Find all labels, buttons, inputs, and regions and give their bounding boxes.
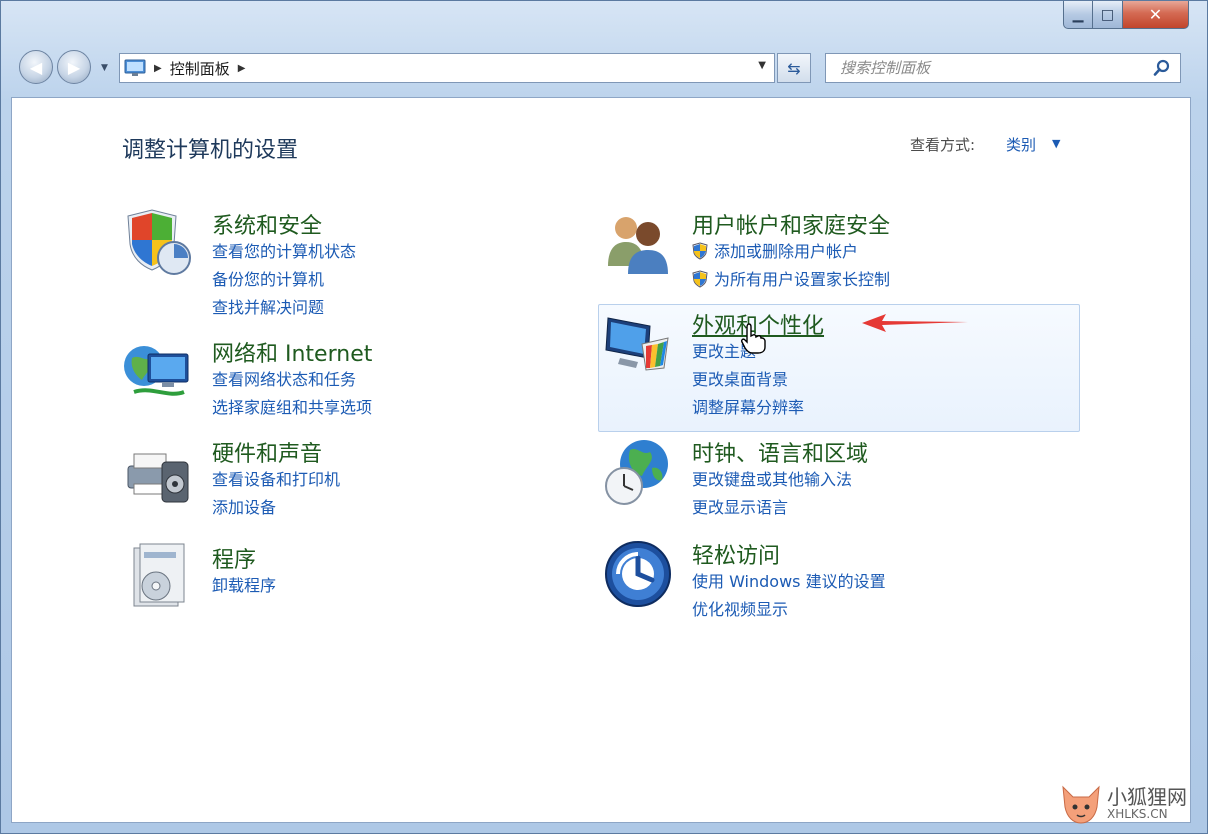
back-arrow-icon: ◀ (29, 57, 43, 77)
back-button[interactable]: ◀ (19, 50, 53, 84)
link-backup-computer[interactable]: 备份您的计算机 (212, 266, 324, 290)
control-panel-icon (124, 59, 146, 76)
printer-speaker-icon (127, 453, 189, 503)
link-uninstall-program[interactable]: 卸载程序 (212, 572, 276, 596)
maximize-button[interactable]: □ (1093, 1, 1123, 29)
forward-arrow-icon: ▶ (67, 57, 81, 77)
refresh-icon: ⇆ (787, 58, 801, 78)
link-troubleshoot[interactable]: 查找并解决问题 (212, 294, 324, 318)
uac-shield-icon (692, 242, 708, 260)
navigation-bar: ◀ ▶ ▼ ▶ 控制面板 ▶ ▼ ⇆ (15, 47, 1195, 91)
globe-clock-icon (605, 440, 668, 505)
fox-logo-icon (1062, 785, 1100, 824)
link-add-remove-accounts[interactable]: 添加或删除用户帐户 (692, 238, 858, 262)
category-title-clock-language-region[interactable]: 时钟、语言和区域 (692, 436, 868, 468)
category-ease-of-access: 轻松访问 使用 Windows 建议的设置 优化视频显示 (602, 538, 1042, 622)
link-network-status[interactable]: 查看网络状态和任务 (212, 366, 356, 390)
link-optimize-visual-display[interactable]: 优化视频显示 (692, 596, 788, 620)
link-change-desktop-background[interactable]: 更改桌面背景 (692, 366, 788, 390)
view-by-label: 查看方式: (910, 136, 976, 154)
refresh-button[interactable]: ⇆ (777, 53, 811, 83)
category-user-accounts: 用户帐户和家庭安全 添加或删除用户帐户 为所有用户设置家长控制 (602, 208, 1042, 292)
link-view-computer-status[interactable]: 查看您的计算机状态 (212, 238, 356, 262)
address-bar[interactable]: ▶ 控制面板 ▶ ▼ (119, 53, 775, 83)
link-add-device[interactable]: 添加设备 (212, 494, 276, 518)
window-frame: ▁ □ ✕ ◀ ▶ ▼ ▶ 控制面板 ▶ ▼ ⇆ 搜索控制面板 调整计算机的设置… (0, 0, 1208, 834)
search-icon[interactable] (1152, 58, 1172, 78)
category-title-user-accounts[interactable]: 用户帐户和家庭安全 (692, 208, 890, 240)
category-title-system-security[interactable]: 系统和安全 (212, 208, 322, 240)
hand-cursor-icon (741, 323, 766, 354)
link-devices-printers[interactable]: 查看设备和打印机 (212, 466, 340, 490)
watermark-domain: XHLKS.CN (1107, 807, 1168, 821)
caption-buttons: ▁ □ ✕ (1063, 1, 1189, 29)
link-add-remove-accounts-label: 添加或删除用户帐户 (714, 242, 859, 261)
category-hardware-sound: 硬件和声音 查看设备和打印机 添加设备 (122, 436, 522, 520)
chevron-down-icon[interactable]: ▼ (758, 60, 766, 71)
link-windows-suggested-settings[interactable]: 使用 Windows 建议的设置 (692, 568, 886, 592)
category-programs: 程序 卸载程序 (122, 542, 522, 612)
ease-of-access-icon (605, 541, 671, 607)
watermark-text: 小狐狸网 (1107, 785, 1187, 809)
link-adjust-screen-resolution[interactable]: 调整屏幕分辨率 (692, 394, 804, 418)
category-title-ease-of-access[interactable]: 轻松访问 (692, 538, 780, 570)
link-homegroup-sharing[interactable]: 选择家庭组和共享选项 (212, 394, 372, 418)
uac-shield-icon (692, 270, 708, 288)
category-title-network-internet[interactable]: 网络和 Internet (212, 336, 372, 368)
category-clock-language-region: 时钟、语言和区域 更改键盘或其他输入法 更改显示语言 (602, 436, 1042, 520)
content-pane: 调整计算机的设置 查看方式: 类别 ▼ 系统和安全 查看您的计算机状态 备份您的… (11, 97, 1191, 823)
category-network-internet: 网络和 Internet 查看网络状态和任务 选择家庭组和共享选项 (122, 336, 522, 420)
minimize-button[interactable]: ▁ (1063, 1, 1093, 29)
search-box[interactable] (825, 53, 1181, 83)
shield-chart-icon (127, 209, 191, 275)
breadcrumb-control-panel[interactable]: 控制面板 (170, 58, 230, 79)
link-parental-controls-label: 为所有用户设置家长控制 (714, 270, 891, 289)
breadcrumb-separator-icon[interactable]: ▶ (238, 63, 246, 74)
watermark: 小狐狸网 XHLKS.CN (1059, 781, 1199, 827)
network-globe-icon (124, 346, 189, 396)
link-parental-controls[interactable]: 为所有用户设置家长控制 (692, 266, 890, 290)
category-system-security: 系统和安全 查看您的计算机状态 备份您的计算机 查找并解决问题 (122, 208, 522, 318)
breadcrumb-separator-icon: ▶ (154, 62, 162, 74)
users-icon (608, 217, 668, 274)
page-title: 调整计算机的设置 (122, 138, 299, 163)
category-title-hardware-sound[interactable]: 硬件和声音 (212, 436, 322, 468)
link-change-keyboards[interactable]: 更改键盘或其他输入法 (692, 466, 852, 490)
view-by-dropdown[interactable]: 类别 (1006, 134, 1036, 155)
close-button[interactable]: ✕ (1123, 1, 1189, 29)
chevron-down-icon[interactable]: ▼ (1052, 137, 1060, 150)
annotation-arrow-icon (862, 314, 968, 332)
monitor-palette-icon (605, 317, 669, 371)
forward-button[interactable]: ▶ (57, 50, 91, 84)
search-input[interactable] (838, 58, 1152, 78)
category-appearance-personalization: 外观和个性化 更改主题 更改桌面背景 调整屏幕分辨率 (602, 308, 1042, 418)
link-change-display-language[interactable]: 更改显示语言 (692, 494, 788, 518)
programs-box-icon (133, 543, 185, 607)
category-title-programs[interactable]: 程序 (212, 542, 256, 574)
recent-pages-dropdown[interactable]: ▼ (101, 63, 108, 73)
